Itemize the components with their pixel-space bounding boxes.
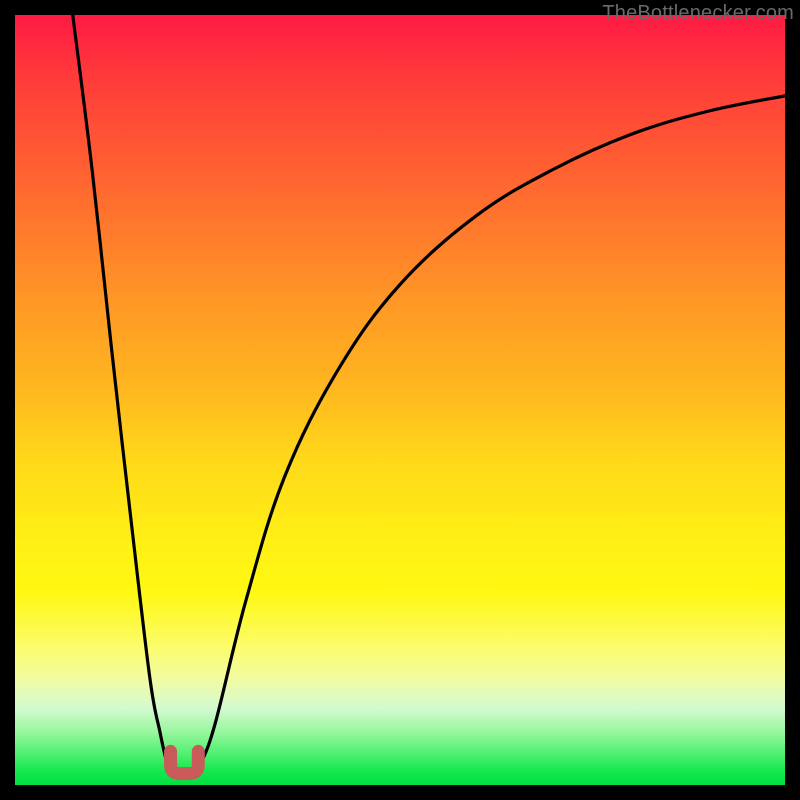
chart-container: TheBottlenecker.com <box>0 0 800 800</box>
u-marker <box>15 15 785 785</box>
watermark-text: TheBottlenecker.com <box>602 2 794 25</box>
